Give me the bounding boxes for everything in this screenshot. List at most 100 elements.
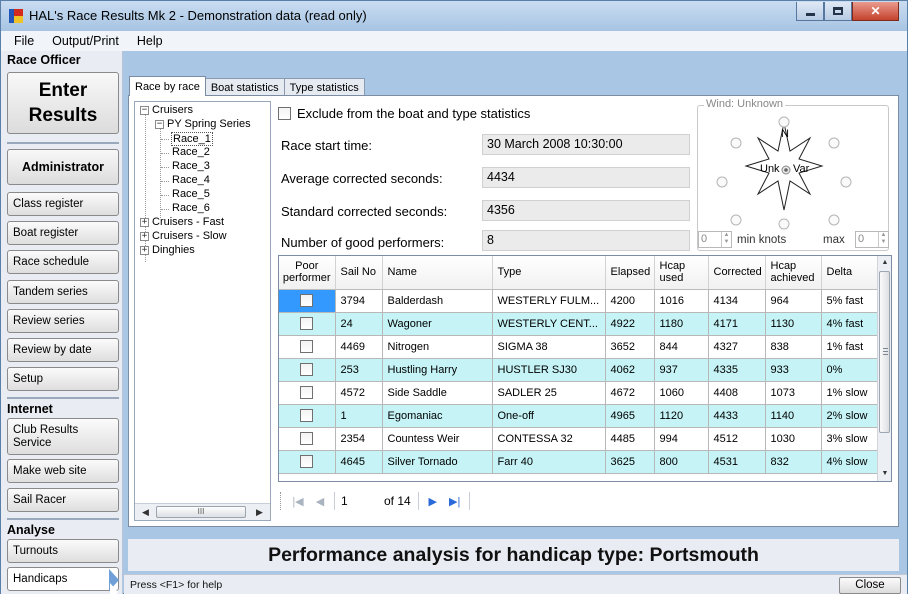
poor-performer-cell[interactable] bbox=[279, 450, 336, 474]
sidebar-item-setup[interactable]: Setup bbox=[7, 367, 119, 391]
cell-name[interactable]: Countess Weir bbox=[382, 427, 493, 451]
first-page-icon[interactable]: |◀ bbox=[287, 491, 309, 511]
cell-hcap-used[interactable]: 1180 bbox=[654, 312, 709, 336]
menu-help[interactable]: Help bbox=[128, 34, 172, 48]
sidebar-item-club-results-service[interactable]: Club Results Service bbox=[7, 418, 119, 455]
sidebar-item-tandem-series[interactable]: Tandem series bbox=[7, 280, 119, 304]
cell-hcap-used[interactable]: 1060 bbox=[654, 381, 709, 405]
wind-unknown-option[interactable]: Unk bbox=[760, 163, 780, 175]
scroll-up-icon[interactable]: ▲ bbox=[878, 256, 891, 270]
table-row[interactable]: 24 Wagoner WESTERLY CENT... 4922 1180 4171 113… bbox=[279, 312, 880, 336]
cell-delta[interactable]: 0% bbox=[821, 358, 880, 382]
cell-name[interactable]: Nitrogen bbox=[382, 335, 493, 359]
expand-icon[interactable]: + bbox=[140, 231, 149, 241]
cell-delta[interactable]: 4% slow bbox=[821, 450, 880, 474]
cell-elapsed[interactable]: 4062 bbox=[605, 358, 655, 382]
poor-performer-cell[interactable] bbox=[279, 289, 336, 313]
cell-delta[interactable]: 2% slow bbox=[821, 404, 880, 428]
poor-performer-cell[interactable] bbox=[279, 335, 336, 359]
poor-performer-cell[interactable] bbox=[279, 404, 336, 428]
poor-performer-checkbox[interactable] bbox=[300, 340, 314, 353]
current-page-field[interactable]: 1 bbox=[338, 494, 380, 508]
sidebar-item-race-schedule[interactable]: Race schedule bbox=[7, 250, 119, 274]
sidebar-item-turnouts[interactable]: Turnouts bbox=[7, 539, 119, 563]
cell-name[interactable]: Egomaniac bbox=[382, 404, 493, 428]
cell-elapsed[interactable]: 3652 bbox=[605, 335, 655, 359]
cell-type[interactable]: WESTERLY FULM... bbox=[492, 289, 606, 313]
cell-hcap-used[interactable]: 994 bbox=[654, 427, 709, 451]
cell-hcap-used[interactable]: 1016 bbox=[654, 289, 709, 313]
poor-performer-checkbox[interactable] bbox=[300, 363, 314, 376]
cell-sail-no[interactable]: 4645 bbox=[335, 450, 383, 474]
tree-node-cruisers[interactable]: − Cruisers bbox=[140, 104, 193, 116]
previous-page-icon[interactable]: ◀ bbox=[309, 491, 331, 511]
table-row[interactable]: 2354 Countess Weir CONTESSA 32 4485 994 4512 1… bbox=[279, 427, 880, 451]
cell-elapsed[interactable]: 4200 bbox=[605, 289, 655, 313]
scroll-down-icon[interactable]: ▼ bbox=[878, 467, 891, 481]
table-row[interactable]: 4645 Silver Tornado Farr 40 3625 800 4531 832 4… bbox=[279, 450, 880, 474]
cell-corrected[interactable]: 4171 bbox=[708, 312, 766, 336]
cell-type[interactable]: One-off bbox=[492, 404, 606, 428]
cell-hcap-used[interactable]: 937 bbox=[654, 358, 709, 382]
cell-delta[interactable]: 1% fast bbox=[821, 335, 880, 359]
tree-node-series[interactable]: − PY Spring Series bbox=[155, 118, 251, 130]
tree-node-race-5[interactable]: Race_5 bbox=[172, 188, 210, 200]
poor-performer-cell[interactable] bbox=[279, 427, 336, 451]
cell-delta[interactable]: 4% fast bbox=[821, 312, 880, 336]
tree-horizontal-scrollbar[interactable]: ◀ III ▶ bbox=[135, 503, 270, 520]
cell-hcap-achieved[interactable]: 1130 bbox=[765, 312, 822, 336]
poor-performer-checkbox[interactable] bbox=[300, 386, 314, 399]
cell-hcap-achieved[interactable]: 838 bbox=[765, 335, 822, 359]
cell-hcap-achieved[interactable]: 933 bbox=[765, 358, 822, 382]
wind-variable-option[interactable]: Var bbox=[793, 163, 809, 175]
cell-delta[interactable]: 1% slow bbox=[821, 381, 880, 405]
sidebar-item-make-web-site[interactable]: Make web site bbox=[7, 459, 119, 483]
col-header-name[interactable]: Name bbox=[382, 256, 493, 290]
scroll-left-icon[interactable]: ◀ bbox=[137, 504, 154, 520]
cell-corrected[interactable]: 4512 bbox=[708, 427, 766, 451]
col-header-delta[interactable]: Delta bbox=[821, 256, 880, 290]
cell-corrected[interactable]: 4134 bbox=[708, 289, 766, 313]
poor-performer-cell[interactable] bbox=[279, 312, 336, 336]
race-tree[interactable]: − Cruisers − PY Spring Series Race_1 Rac… bbox=[134, 101, 271, 521]
tree-node-race-1[interactable]: Race_1 bbox=[171, 132, 213, 146]
col-header-hcap-achieved[interactable]: Hcap achieved bbox=[765, 256, 822, 290]
cell-name[interactable]: Wagoner bbox=[382, 312, 493, 336]
cell-sail-no[interactable]: 4572 bbox=[335, 381, 383, 405]
cell-name[interactable]: Silver Tornado bbox=[382, 450, 493, 474]
administrator-button[interactable]: Administrator bbox=[7, 149, 119, 185]
tree-node-race-2[interactable]: Race_2 bbox=[172, 146, 210, 158]
cell-type[interactable]: CONTESSA 32 bbox=[492, 427, 606, 451]
col-header-sail-no[interactable]: Sail No bbox=[335, 256, 383, 290]
collapse-icon[interactable]: − bbox=[140, 105, 149, 115]
sidebar-item-class-register[interactable]: Class register bbox=[7, 192, 119, 216]
scroll-right-icon[interactable]: ▶ bbox=[251, 504, 268, 520]
cell-hcap-achieved[interactable]: 964 bbox=[765, 289, 822, 313]
cell-hcap-achieved[interactable]: 1140 bbox=[765, 404, 822, 428]
table-row[interactable]: 4572 Side Saddle SADLER 25 4672 1060 4408 1073… bbox=[279, 381, 880, 405]
cell-hcap-achieved[interactable]: 832 bbox=[765, 450, 822, 474]
tree-node-cruisers-slow[interactable]: + Cruisers - Slow bbox=[140, 230, 227, 242]
minimize-icon[interactable] bbox=[796, 2, 824, 21]
cell-corrected[interactable]: 4327 bbox=[708, 335, 766, 359]
expand-icon[interactable]: + bbox=[140, 217, 149, 227]
table-row[interactable]: 3794 Balderdash WESTERLY FULM... 4200 1016 41… bbox=[279, 289, 880, 313]
cell-sail-no[interactable]: 24 bbox=[335, 312, 383, 336]
table-row[interactable]: 4469 Nitrogen SIGMA 38 3652 844 4327 838 1% fas… bbox=[279, 335, 880, 359]
cell-type[interactable]: SADLER 25 bbox=[492, 381, 606, 405]
results-grid[interactable]: Poor performer Sail No Name Type Elapsed… bbox=[278, 255, 892, 482]
cell-type[interactable]: Farr 40 bbox=[492, 450, 606, 474]
cell-elapsed[interactable]: 4922 bbox=[605, 312, 655, 336]
cell-elapsed[interactable]: 4965 bbox=[605, 404, 655, 428]
min-knots-value[interactable]: 0 bbox=[701, 233, 707, 245]
cell-sail-no[interactable]: 1 bbox=[335, 404, 383, 428]
cell-type[interactable]: WESTERLY CENT... bbox=[492, 312, 606, 336]
sidebar-item-review-series[interactable]: Review series bbox=[7, 309, 119, 333]
cell-delta[interactable]: 3% slow bbox=[821, 427, 880, 451]
poor-performer-checkbox[interactable] bbox=[300, 455, 314, 468]
max-knots-spinner[interactable]: 0 ▲ ▼ bbox=[855, 231, 889, 248]
cell-type[interactable]: SIGMA 38 bbox=[492, 335, 606, 359]
next-page-icon[interactable]: ▶ bbox=[422, 491, 444, 511]
close-icon[interactable]: ✕ bbox=[852, 2, 899, 21]
scroll-thumb[interactable] bbox=[879, 271, 890, 433]
